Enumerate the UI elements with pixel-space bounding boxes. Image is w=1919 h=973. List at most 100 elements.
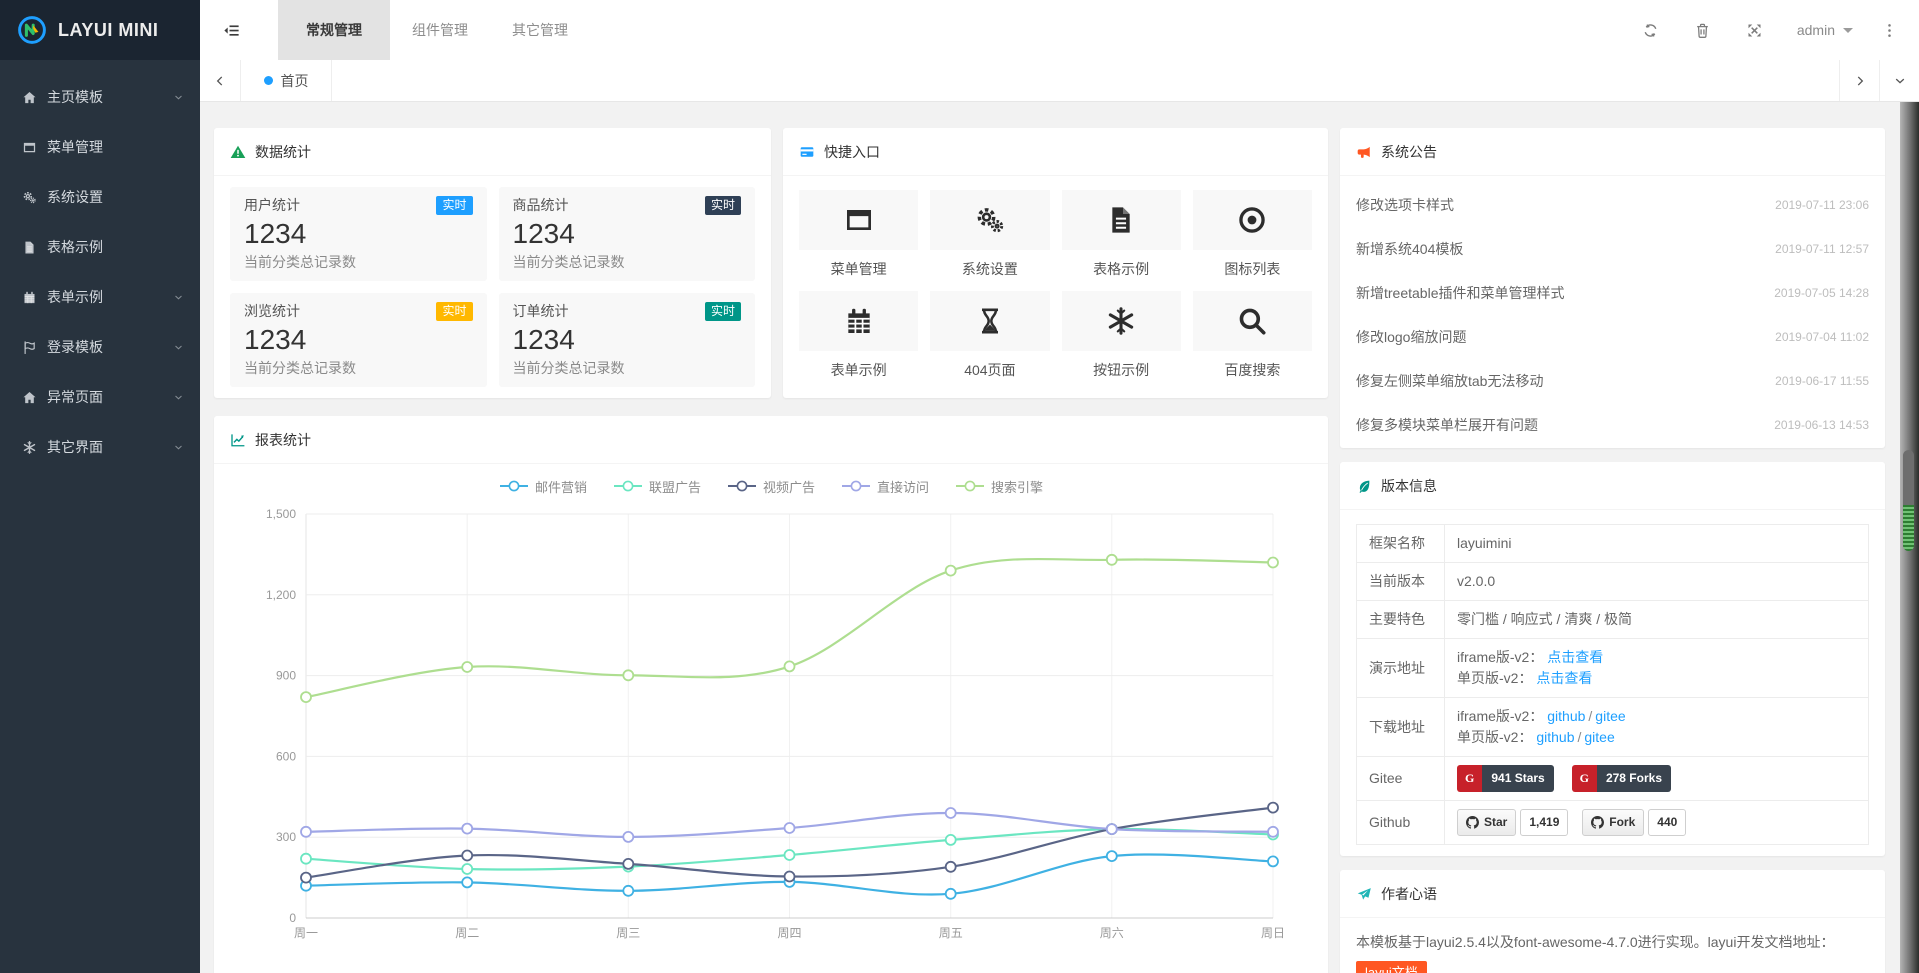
quick-entry-icon-box[interactable] bbox=[1193, 190, 1312, 250]
quick-entry-item[interactable]: 404页面 bbox=[930, 291, 1049, 392]
data-statistics-card: 数据统计 用户统计实时1234当前分类总记录数商品统计实时1234当前分类总记录… bbox=[214, 128, 771, 398]
notice-item[interactable]: 新增系统404模板2019-07-11 12:57 bbox=[1356, 227, 1869, 271]
download-gitee-link[interactable]: gitee bbox=[1595, 708, 1625, 724]
quick-entry-item[interactable]: 按钮示例 bbox=[1062, 291, 1181, 392]
quick-entry-icon-box[interactable] bbox=[930, 291, 1049, 351]
quick-entry-label: 404页面 bbox=[930, 351, 1049, 392]
tab-operations-button[interactable] bbox=[1879, 60, 1919, 101]
notice-item[interactable]: 修改选项卡样式2019-07-11 23:06 bbox=[1356, 183, 1869, 227]
quick-entry-icon-box[interactable] bbox=[799, 291, 918, 351]
download-github-link[interactable]: github bbox=[1536, 729, 1574, 745]
menu-toggle-button[interactable] bbox=[200, 0, 262, 60]
table-row: Gitee G941 Stars G278 Forks bbox=[1357, 757, 1869, 801]
fullscreen-button[interactable] bbox=[1729, 0, 1781, 60]
header-nav-tab[interactable]: 常规管理 bbox=[278, 0, 390, 60]
stat-description: 当前分类总记录数 bbox=[513, 252, 742, 272]
sidebar-item[interactable]: 异常页面 bbox=[0, 372, 200, 422]
sidebar-item[interactable]: 主页模板 bbox=[0, 72, 200, 122]
demo-spa-link[interactable]: 点击查看 bbox=[1536, 670, 1592, 686]
clear-cache-button[interactable] bbox=[1677, 0, 1729, 60]
sidebar-item[interactable]: 表格示例 bbox=[0, 222, 200, 272]
svg-text:周日: 周日 bbox=[1261, 926, 1285, 940]
github-badges: Star 1,419 Fork 440 bbox=[1445, 801, 1869, 845]
quick-entry-item[interactable]: 表格示例 bbox=[1062, 190, 1181, 291]
sidebar-item-label: 登录模板 bbox=[47, 337, 103, 357]
gitee-forks-badge[interactable]: G278 Forks bbox=[1572, 765, 1671, 792]
scrollbar-thumb[interactable] bbox=[1903, 450, 1914, 507]
gears-icon bbox=[974, 204, 1006, 236]
stat-value: 1234 bbox=[513, 324, 742, 356]
quick-entry-icon-box[interactable] bbox=[799, 190, 918, 250]
svg-text:300: 300 bbox=[276, 830, 296, 844]
leaf-icon bbox=[1356, 478, 1372, 494]
legend-item[interactable]: 直接访问 bbox=[841, 477, 929, 496]
legend-item[interactable]: 搜索引擎 bbox=[955, 477, 1043, 496]
sidebar-item[interactable]: 菜单管理 bbox=[0, 122, 200, 172]
quick-entry-icon-box[interactable] bbox=[1062, 291, 1181, 351]
header-nav-tab[interactable]: 其它管理 bbox=[490, 0, 590, 60]
sidebar-item[interactable]: 登录模板 bbox=[0, 322, 200, 372]
header-nav-tab[interactable]: 组件管理 bbox=[390, 0, 490, 60]
legend-item[interactable]: 联盟广告 bbox=[613, 477, 701, 496]
quick-entry-item[interactable]: 系统设置 bbox=[930, 190, 1049, 291]
author-message-card: 作者心语 本模板基于layui2.5.4以及font-awesome-4.7.0… bbox=[1340, 870, 1885, 973]
quick-entry-label: 系统设置 bbox=[930, 250, 1049, 291]
github-fork-button[interactable]: Fork bbox=[1582, 809, 1644, 836]
gitee-stars-badge[interactable]: G941 Stars bbox=[1457, 765, 1554, 792]
more-vertical-icon bbox=[1881, 22, 1898, 39]
expand-icon bbox=[1746, 22, 1763, 39]
card-header: 版本信息 bbox=[1340, 462, 1885, 510]
header-actions: admin bbox=[1625, 0, 1919, 60]
stat-value: 1234 bbox=[244, 218, 473, 250]
logo-title: LAYUI MINI bbox=[58, 20, 158, 41]
tab-scroll-right-button[interactable] bbox=[1839, 60, 1879, 101]
user-dropdown[interactable]: admin bbox=[1781, 0, 1869, 60]
gitee-forks-count: 278 Forks bbox=[1597, 765, 1671, 792]
github-fork-count[interactable]: 440 bbox=[1648, 809, 1686, 836]
layui-doc-badge[interactable]: layui文档 bbox=[1356, 961, 1427, 973]
card-icon bbox=[799, 144, 815, 160]
vertical-scrollbar[interactable] bbox=[1900, 102, 1919, 973]
github-star-button[interactable]: Star bbox=[1457, 809, 1516, 836]
quick-entry-icon-box[interactable] bbox=[1062, 190, 1181, 250]
quick-entry-card: 快捷入口 菜单管理系统设置表格示例图标列表表单示例404页面按钮示例百度搜索 bbox=[783, 128, 1328, 398]
notice-item[interactable]: 新增treetable插件和菜单管理样式2019-07-05 14:28 bbox=[1356, 271, 1869, 315]
notice-item[interactable]: 修复左侧菜单缩放tab无法移动2019-06-17 11:55 bbox=[1356, 359, 1869, 403]
refresh-button[interactable] bbox=[1625, 0, 1677, 60]
sidebar-item[interactable]: 其它界面 bbox=[0, 422, 200, 472]
legend-item[interactable]: 视频广告 bbox=[727, 477, 815, 496]
notice-item[interactable]: 修复多模块菜单栏展开有问题2019-06-13 14:53 bbox=[1356, 403, 1869, 447]
quick-entry-label: 表单示例 bbox=[799, 351, 918, 392]
legend-item[interactable]: 邮件营销 bbox=[499, 477, 587, 496]
quick-entry-icon-box[interactable] bbox=[930, 190, 1049, 250]
quick-entry-item[interactable]: 菜单管理 bbox=[799, 190, 918, 291]
quick-entry-item[interactable]: 图标列表 bbox=[1193, 190, 1312, 291]
notice-item[interactable]: 修改logo缩放问题2019-07-04 11:02 bbox=[1356, 315, 1869, 359]
notice-date: 2019-07-11 23:06 bbox=[1775, 198, 1869, 212]
github-star-count[interactable]: 1,419 bbox=[1520, 809, 1568, 836]
download-gitee-link[interactable]: gitee bbox=[1584, 729, 1614, 745]
sidebar-item[interactable]: 表单示例 bbox=[0, 272, 200, 322]
legend-label: 搜索引擎 bbox=[991, 477, 1043, 496]
download-github-link[interactable]: github bbox=[1547, 708, 1585, 724]
demo-links: iframe版-v2： 点击查看 单页版-v2： 点击查看 bbox=[1445, 639, 1869, 698]
card-header: 数据统计 bbox=[214, 128, 771, 176]
file-icon bbox=[22, 240, 37, 255]
logo[interactable]: LAYUI MINI bbox=[0, 0, 200, 60]
svg-text:1,500: 1,500 bbox=[266, 507, 296, 521]
card-header: 系统公告 bbox=[1340, 128, 1885, 176]
demo-iframe-link[interactable]: 点击查看 bbox=[1547, 649, 1603, 665]
sidebar-item[interactable]: 系统设置 bbox=[0, 172, 200, 222]
demo-line1-prefix: iframe版-v2： bbox=[1457, 649, 1543, 665]
page-tab-home[interactable]: 首页 bbox=[240, 60, 332, 101]
svg-text:周一: 周一 bbox=[294, 926, 318, 940]
quick-entry-item[interactable]: 表单示例 bbox=[799, 291, 918, 392]
quick-entry-grid: 菜单管理系统设置表格示例图标列表表单示例 404页面按钮示例百度搜索 bbox=[783, 176, 1328, 392]
quick-entry-icon-box[interactable] bbox=[1193, 291, 1312, 351]
framework-name: layuimini bbox=[1445, 525, 1869, 563]
tab-scroll-left-button[interactable] bbox=[200, 60, 240, 101]
more-menu-button[interactable] bbox=[1869, 0, 1909, 60]
chevron-left-icon bbox=[213, 74, 227, 88]
quick-entry-item[interactable]: 百度搜索 bbox=[1193, 291, 1312, 392]
stat-description: 当前分类总记录数 bbox=[244, 358, 473, 378]
